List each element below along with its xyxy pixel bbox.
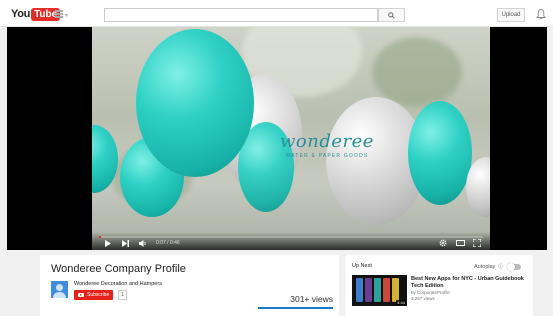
subscribe-button[interactable]: Subscribe: [74, 290, 114, 300]
video-title: Wonderee Company Profile: [51, 263, 186, 275]
channel-name[interactable]: Wonderee Decoration and Hampers: [74, 281, 162, 287]
settings-icon[interactable]: [439, 239, 447, 247]
youtube-play-icon: [78, 293, 84, 297]
volume-icon[interactable]: [139, 240, 147, 247]
brand-tagline: WATER & PAPER GOODS: [285, 153, 369, 159]
fullscreen-icon[interactable]: [473, 239, 481, 247]
recommended-views: 3,257 views: [411, 296, 435, 301]
brand-overlay: wonderee WATER & PAPER GOODS: [280, 131, 374, 159]
theater-mode-icon[interactable]: [456, 240, 465, 246]
recommended-thumbnail[interactable]: 4:44: [352, 275, 407, 306]
autoplay-toggle[interactable]: [507, 262, 522, 271]
recommended-title[interactable]: Best New Apps for NYC - Urban Guidebook …: [411, 276, 526, 289]
subscribe-label: Subscribe: [87, 292, 110, 298]
progress-fill: [99, 236, 101, 238]
logo-you-text: You: [11, 8, 31, 20]
notification-bell-icon[interactable]: [536, 8, 546, 20]
video-info-card: Wonderee Company Profile Wonderee Decora…: [40, 255, 339, 316]
up-next-heading: Up Next: [352, 263, 372, 269]
autoplay-label: Autoplay: [474, 263, 496, 270]
info-icon[interactable]: ⓘ: [498, 263, 503, 270]
channel-avatar[interactable]: [51, 281, 68, 298]
subscriber-count: 1: [118, 290, 127, 300]
brand-name: wonderee: [280, 131, 374, 152]
masthead: You Tube ▾ Upload: [0, 0, 553, 27]
play-icon[interactable]: [105, 240, 111, 247]
player-controls: [92, 232, 490, 250]
video-frame[interactable]: wonderee WATER & PAPER GOODS: [92, 27, 490, 250]
autoplay-control: Autoplay ⓘ: [474, 262, 522, 271]
progress-bar[interactable]: [99, 236, 483, 238]
watch-sidebar: Up Next Autoplay ⓘ 4:44 Best New Apps fo…: [346, 255, 533, 316]
guide-menu-icon[interactable]: ▾: [55, 10, 68, 19]
video-player[interactable]: wonderee WATER & PAPER GOODS 0:07 / 0:46: [7, 27, 547, 250]
youtube-logo[interactable]: You Tube: [11, 7, 61, 21]
search-input[interactable]: [104, 8, 378, 22]
sentiment-bar: [258, 307, 333, 309]
search-button[interactable]: [378, 8, 405, 22]
search-icon: [388, 11, 395, 19]
view-count: 301+ views: [290, 294, 333, 304]
recommended-author: by CorporateProfile: [411, 290, 450, 295]
time-display: 0:07 / 0:46: [156, 240, 180, 246]
next-icon[interactable]: [122, 240, 130, 247]
upload-button[interactable]: Upload: [497, 8, 525, 22]
video-duration: 4:44: [396, 300, 406, 305]
